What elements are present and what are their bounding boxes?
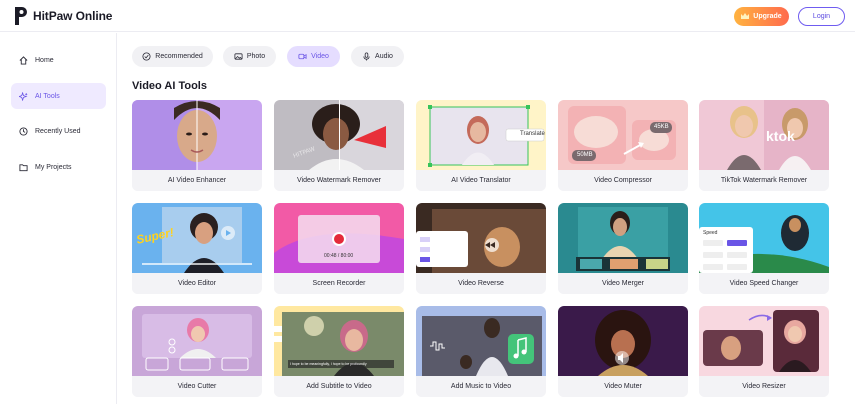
video-reverse-image xyxy=(416,203,546,273)
tool-label: Video Resizer xyxy=(699,376,829,397)
video-muter-image xyxy=(558,306,688,376)
clock-icon xyxy=(19,126,28,136)
tab-video[interactable]: Video xyxy=(287,46,340,67)
sidebar-item-my-projects[interactable]: My Projects xyxy=(11,154,106,180)
speed-changer-image xyxy=(699,203,829,273)
tool-thumbnail xyxy=(132,306,262,376)
tool-thumbnail: Translate xyxy=(416,100,546,170)
tool-card-ai-video-translator[interactable]: Translate AI Video Translator xyxy=(416,100,546,191)
tool-label: Add Music to Video xyxy=(416,376,546,397)
sidebar-item-label: AI Tools xyxy=(35,92,60,100)
video-merger-image xyxy=(558,203,688,273)
tool-card-screen-recorder[interactable]: 00:48 / 80:00 Screen Recorder xyxy=(274,203,404,294)
tool-label: Video Merger xyxy=(558,273,688,294)
tab-photo[interactable]: Photo xyxy=(223,46,276,67)
tool-card-add-music-to-video[interactable]: Add Music to Video xyxy=(416,306,546,397)
sidebar-item-label: Home xyxy=(35,56,54,64)
size-before: 50MB xyxy=(577,152,593,158)
tab-label: Video xyxy=(311,53,329,60)
tool-thumbnail: Speed xyxy=(699,203,829,273)
tool-card-video-watermark-remover[interactable]: HITPAW Video Watermark Remover xyxy=(274,100,404,191)
tab-audio[interactable]: Audio xyxy=(351,46,404,67)
tab-label: Audio xyxy=(375,53,393,60)
tool-thumbnail: 50MB 45KB xyxy=(558,100,688,170)
recorder-timer: 00:48 / 80:00 xyxy=(324,253,354,259)
tool-thumbnail: 00:48 / 80:00 xyxy=(274,203,404,273)
upgrade-button[interactable]: Upgrade xyxy=(734,7,789,26)
tiktok-image xyxy=(699,100,829,170)
speed-panel-title: Speed xyxy=(703,230,718,236)
video-cutter-image xyxy=(132,306,262,376)
tool-card-ai-video-enhancer[interactable]: AI Video Enhancer xyxy=(132,100,262,191)
tool-card-video-muter[interactable]: Video Muter xyxy=(558,306,688,397)
tool-thumbnail xyxy=(416,203,546,273)
tool-thumbnail xyxy=(699,306,829,376)
tool-thumbnail xyxy=(558,306,688,376)
tool-card-video-cutter[interactable]: Video Cutter xyxy=(132,306,262,397)
sparkle-icon xyxy=(19,91,28,101)
add-music-image xyxy=(416,306,546,376)
tool-card-video-resizer[interactable]: Video Resizer xyxy=(699,306,829,397)
brand-name: HitPaw Online xyxy=(33,9,113,23)
tool-label: Video Compressor xyxy=(558,170,688,191)
section-title: Video AI Tools xyxy=(132,80,207,92)
hitpaw-logo-icon xyxy=(15,7,27,25)
tool-label: Screen Recorder xyxy=(274,273,404,294)
subtitle-caption: I hope to be meaningfully, I hope to be … xyxy=(290,362,367,366)
tool-label: Video Reverse xyxy=(416,273,546,294)
tool-thumbnail: HITPAW xyxy=(274,100,404,170)
sidebar-item-label: My Projects xyxy=(35,163,72,171)
video-resizer-image xyxy=(699,306,829,376)
upgrade-label: Upgrade xyxy=(753,13,782,20)
tool-label: AI Video Translator xyxy=(416,170,546,191)
crown-icon xyxy=(741,13,750,19)
video-icon xyxy=(298,53,307,60)
tab-recommended[interactable]: Recommended xyxy=(132,46,213,67)
tool-card-video-compressor[interactable]: 50MB 45KB Video Compressor xyxy=(558,100,688,191)
portrait-enhance-image xyxy=(132,100,262,170)
sidebar-item-home[interactable]: Home xyxy=(11,47,106,73)
tool-label: Video Watermark Remover xyxy=(274,170,404,191)
tool-card-video-merger[interactable]: Video Merger xyxy=(558,203,688,294)
sidebar-item-recently-used[interactable]: Recently Used xyxy=(11,118,106,144)
tool-card-add-subtitle-to-video[interactable]: I hope to be meaningfully, I hope to be … xyxy=(274,306,404,397)
tab-label: Recommended xyxy=(155,53,203,60)
size-after: 45KB xyxy=(654,124,669,130)
translate-badge: Translate xyxy=(520,131,545,137)
image-icon xyxy=(234,53,243,60)
tool-label: Add Subtitle to Video xyxy=(274,376,404,397)
top-bar: HitPaw Online Upgrade Login xyxy=(0,0,855,32)
microphone-icon xyxy=(363,52,370,61)
login-button[interactable]: Login xyxy=(798,7,845,26)
brand-logo[interactable]: HitPaw Online xyxy=(13,6,112,26)
tool-thumbnail xyxy=(132,100,262,170)
tool-card-video-reverse[interactable]: Video Reverse xyxy=(416,203,546,294)
home-icon xyxy=(19,55,28,65)
tool-label: Video Speed Changer xyxy=(699,273,829,294)
tool-label: Video Cutter xyxy=(132,376,262,397)
tool-thumbnail: I hope to be meaningfully, I hope to be … xyxy=(274,306,404,376)
tool-label: AI Video Enhancer xyxy=(132,170,262,191)
tool-label: Video Editor xyxy=(132,273,262,294)
folder-icon xyxy=(19,163,28,171)
tool-thumbnail: Super! xyxy=(132,203,262,273)
watermark-remove-image: HITPAW xyxy=(274,100,404,170)
tool-label: TikTok Watermark Remover xyxy=(699,170,829,191)
tool-card-video-speed-changer[interactable]: Speed Video Speed Changer xyxy=(699,203,829,294)
tab-label: Photo xyxy=(246,53,266,60)
tool-card-tiktok-watermark-remover[interactable]: ktok TikTok Watermark Remover xyxy=(699,100,829,191)
sidebar: Home AI Tools Recently Used My Projects xyxy=(0,33,117,404)
screen-recorder-image xyxy=(274,203,404,273)
tool-thumbnail xyxy=(558,203,688,273)
tool-thumbnail xyxy=(416,306,546,376)
tool-card-video-editor[interactable]: Super! Video Editor xyxy=(132,203,262,294)
sidebar-item-label: Recently Used xyxy=(35,127,81,135)
tool-thumbnail: ktok xyxy=(699,100,829,170)
tiktok-watermark-text: ktok xyxy=(766,128,795,144)
tool-label: Video Muter xyxy=(558,376,688,397)
badge-icon xyxy=(142,52,151,61)
sidebar-item-ai-tools[interactable]: AI Tools xyxy=(11,83,106,109)
compressor-image xyxy=(558,100,688,170)
